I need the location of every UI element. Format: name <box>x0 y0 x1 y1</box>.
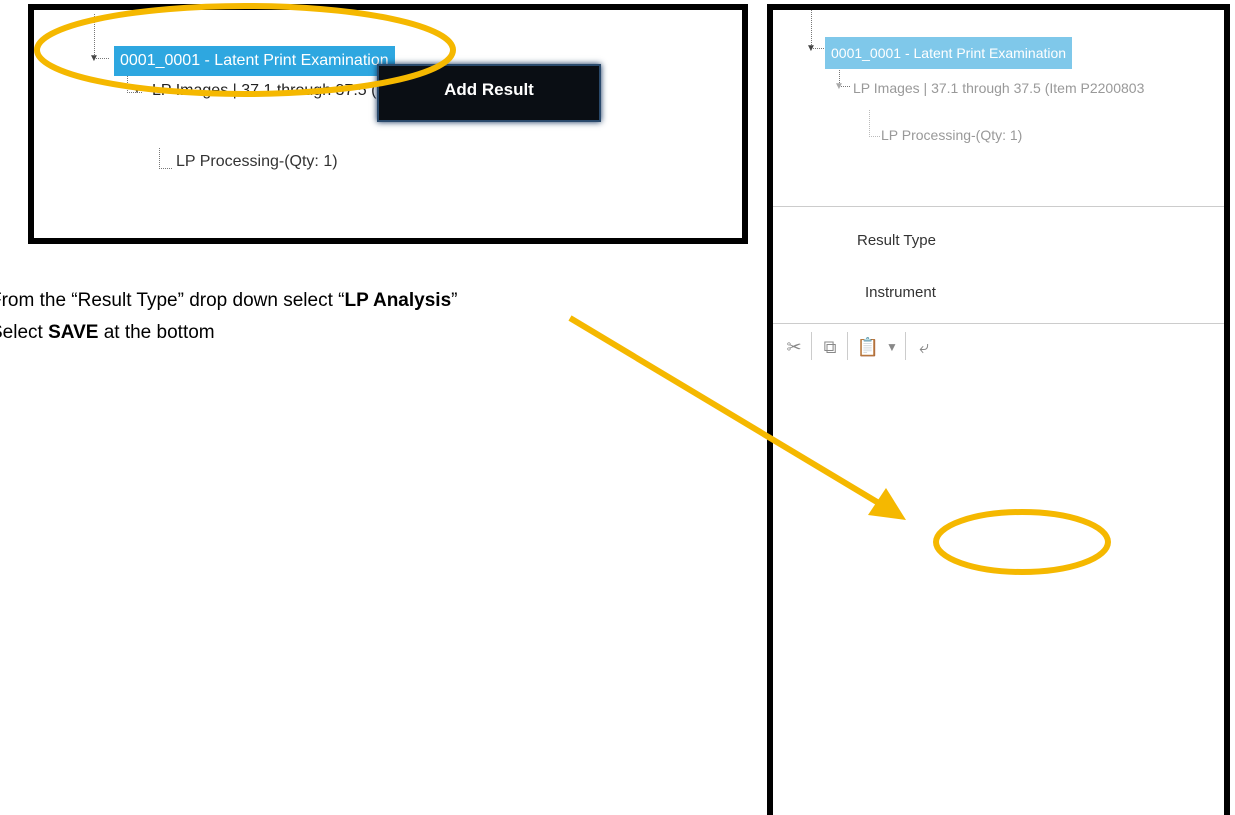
add-result-form-panel: ▼ 0001_0001 - Latent Print Examination ▼… <box>767 4 1230 815</box>
collapse-arrow-icon[interactable]: ▼ <box>806 44 816 54</box>
tree-node-lp-processing[interactable]: LP Processing-(Qty: 1) <box>881 127 1022 143</box>
tree-connector <box>159 148 172 169</box>
dropdown-caret-icon[interactable]: ▼ <box>877 332 907 362</box>
section-divider <box>773 323 1224 324</box>
instruction-text: ” <box>451 290 458 311</box>
collapse-arrow-icon[interactable]: ▼ <box>834 82 844 92</box>
instruction-text: at the bottom <box>98 322 215 343</box>
tree-node-latent-print-examination[interactable]: 0001_0001 - Latent Print Examination <box>114 46 395 76</box>
instrument-label: Instrument <box>865 284 936 301</box>
instruction-line-2: Select SAVE at the bottom <box>0 322 215 344</box>
instruction-text: From the “Result Type” drop down select … <box>0 290 345 311</box>
cut-icon[interactable]: ✂ <box>779 332 809 362</box>
copy-icon[interactable]: ⧉ <box>815 332 845 362</box>
context-menu: Add Result <box>377 64 601 122</box>
instruction-emphasis: LP Analysis <box>344 290 452 311</box>
tree-node-lp-processing[interactable]: LP Processing-(Qty: 1) <box>176 153 338 171</box>
instruction-text: Select <box>0 322 43 343</box>
undo-icon[interactable]: ⤶ <box>909 332 939 362</box>
tree-panel-with-context-menu: ▼ 0001_0001 - Latent Print Examination ▼… <box>28 4 748 244</box>
toolbar-separator <box>847 332 848 360</box>
instruction-emphasis: SAVE <box>48 322 99 343</box>
toolbar-separator <box>905 332 906 360</box>
result-type-label: Result Type <box>857 232 936 249</box>
collapse-arrow-icon[interactable]: ▼ <box>132 86 142 96</box>
section-divider <box>773 206 1224 207</box>
tree-node-lp-images[interactable]: LP Images | 37.1 through 37.5 (Item P220… <box>853 80 1144 96</box>
collapse-arrow-icon[interactable]: ▼ <box>89 54 99 64</box>
toolbar-separator <box>811 332 812 360</box>
instruction-line-1: From the “Result Type” drop down select … <box>0 290 457 312</box>
tree-connector <box>869 110 880 137</box>
tree-node-latent-print-examination[interactable]: 0001_0001 - Latent Print Examination <box>825 37 1073 69</box>
context-menu-add-result[interactable]: Add Result <box>379 80 599 100</box>
